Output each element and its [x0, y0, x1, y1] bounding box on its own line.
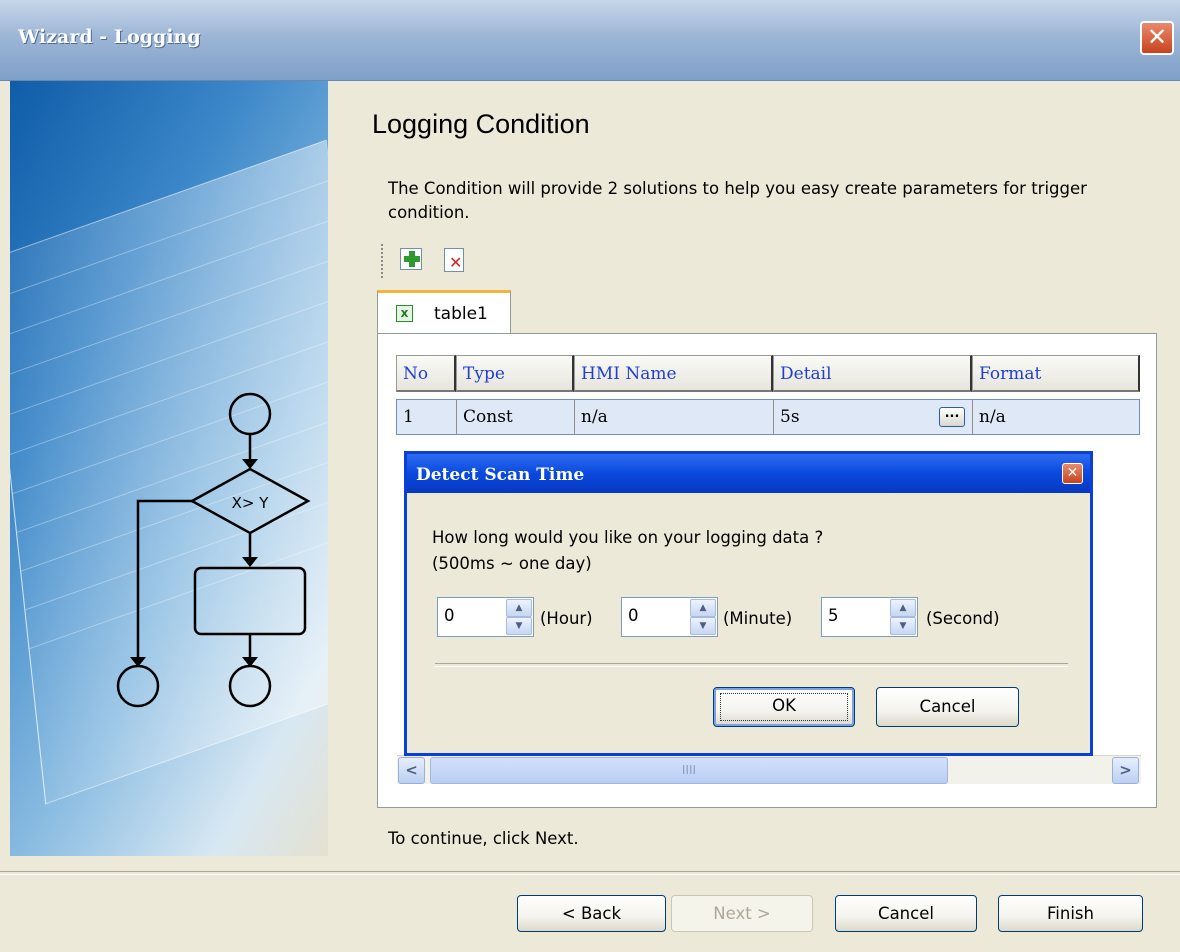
dialog-title: Detect Scan Time — [416, 465, 585, 485]
minute-value[interactable]: 0 — [628, 606, 639, 625]
dialog-cancel-button[interactable]: Cancel — [876, 687, 1019, 727]
scrollbar-thumb[interactable]: IIII — [430, 757, 948, 784]
title-bar: Wizard - Logging ✕ — [0, 0, 1180, 81]
page-description: The Condition will provide 2 solutions t… — [388, 179, 1087, 222]
column-header-detail[interactable]: Detail — [773, 355, 972, 392]
cell-hmi-name[interactable]: n/a — [575, 400, 774, 434]
page-title: Logging Condition — [372, 109, 590, 139]
hour-spinner[interactable]: 0 ▲ ▼ — [437, 597, 534, 637]
dialog-title-bar: Detect Scan Time ✕ — [407, 454, 1090, 493]
spin-down-icon[interactable]: ▼ — [506, 617, 532, 635]
dialog-divider — [435, 663, 1068, 667]
window-title: Wizard - Logging — [18, 26, 201, 48]
focus-rectangle — [720, 693, 848, 721]
minute-unit-label: (Minute) — [723, 609, 793, 628]
second-spinner[interactable]: 5 ▲ ▼ — [821, 597, 918, 637]
minute-spinner[interactable]: 0 ▲ ▼ — [621, 597, 718, 637]
wizard-side-image: X> Y — [10, 81, 328, 856]
cell-format[interactable]: n/a — [973, 400, 1139, 434]
table-row[interactable]: 1 Const n/a 5s n/a ... — [396, 399, 1140, 435]
flowchart-condition-label: X> Y — [232, 494, 270, 512]
second-value[interactable]: 5 — [828, 606, 839, 625]
horizontal-scrollbar[interactable]: < IIII > — [397, 755, 1141, 784]
cell-no: 1 — [397, 400, 457, 434]
excel-table-icon: x — [396, 305, 413, 322]
scroll-right-icon[interactable]: > — [1112, 757, 1139, 784]
toolbar-grip — [381, 244, 383, 278]
spin-down-icon[interactable]: ▼ — [890, 617, 916, 635]
cell-type[interactable]: Const — [457, 400, 575, 434]
hour-unit-label: (Hour) — [540, 609, 593, 628]
continue-hint: To continue, click Next. — [388, 829, 579, 848]
footer-divider — [0, 871, 1180, 875]
detail-browse-button[interactable]: ... — [939, 407, 965, 427]
spin-up-icon[interactable]: ▲ — [890, 599, 916, 617]
second-unit-label: (Second) — [926, 609, 1000, 628]
back-button[interactable]: < Back — [517, 895, 666, 932]
dialog-range: (500ms ~ one day) — [432, 554, 592, 573]
dialog-question: How long would you like on your logging … — [432, 528, 824, 547]
column-header-type[interactable]: Type — [456, 355, 574, 392]
spin-down-icon[interactable]: ▼ — [690, 617, 716, 635]
dialog-close-icon[interactable]: ✕ — [1062, 463, 1083, 484]
hour-value[interactable]: 0 — [444, 606, 455, 625]
add-row-icon[interactable] — [400, 248, 422, 270]
column-header-no[interactable]: No — [396, 355, 456, 392]
column-header-format[interactable]: Format — [972, 355, 1140, 392]
finish-button[interactable]: Finish — [998, 895, 1143, 932]
column-header-hmi-name[interactable]: HMI Name — [574, 355, 773, 392]
close-icon[interactable]: ✕ — [1140, 21, 1174, 55]
flowchart-icon: X> Y — [116, 392, 311, 708]
spin-up-icon[interactable]: ▲ — [506, 599, 532, 617]
cancel-button[interactable]: Cancel — [835, 895, 977, 932]
detect-scan-time-dialog: Detect Scan Time ✕ How long would you li… — [404, 451, 1093, 756]
ok-button[interactable]: OK — [713, 687, 855, 727]
scroll-left-icon[interactable]: < — [398, 757, 425, 784]
tab-table1[interactable]: x table1 — [377, 290, 511, 334]
next-button[interactable]: Next > — [671, 895, 813, 932]
delete-row-icon[interactable]: ✕ — [444, 248, 464, 272]
spin-up-icon[interactable]: ▲ — [690, 599, 716, 617]
tab-label: table1 — [434, 304, 488, 324]
